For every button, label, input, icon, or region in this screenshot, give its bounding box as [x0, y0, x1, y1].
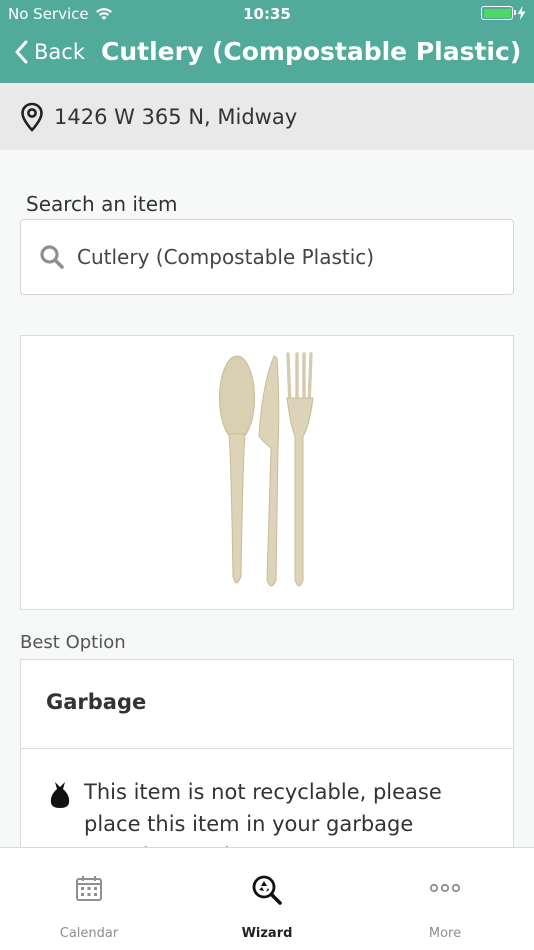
- tab-bar: Calendar Wizard More: [0, 847, 534, 950]
- option-title: Garbage: [46, 690, 147, 714]
- page-title: Cutlery (Compostable Plastic): [101, 37, 522, 66]
- navigation-bar: Back Cutlery (Compostable Plastic): [0, 28, 534, 80]
- search-value: Cutlery (Compostable Plastic): [77, 245, 375, 269]
- tab-more-label: More: [428, 926, 462, 941]
- chevron-left-icon: [15, 40, 28, 64]
- clock: 10:35: [243, 5, 291, 23]
- location-pin-icon: [21, 102, 43, 132]
- tab-more[interactable]: More: [356, 848, 534, 950]
- item-image-card: [20, 335, 514, 610]
- search-icon: [40, 245, 64, 269]
- tab-wizard[interactable]: Wizard: [178, 848, 356, 950]
- charging-bolt-icon: [517, 6, 526, 20]
- address-bar[interactable]: 1426 W 365 N, Midway: [0, 83, 534, 150]
- best-option-card: Garbage This item is not recyclable, ple…: [20, 659, 514, 847]
- back-button[interactable]: Back: [14, 40, 85, 64]
- garbage-bag-icon: [50, 782, 70, 808]
- search-label: Search an item: [26, 192, 178, 216]
- status-bar: No Service 10:35: [0, 0, 534, 28]
- tab-calendar[interactable]: Calendar: [0, 848, 178, 950]
- cutlery-image: [219, 352, 314, 587]
- battery-icon: [481, 6, 516, 20]
- more-icon: [429, 883, 461, 893]
- app-header: No Service 10:35 Back Cutlery (Compostab…: [0, 0, 534, 83]
- option-description: This item is not recyclable, please plac…: [84, 780, 442, 847]
- best-option-label: Best Option: [20, 632, 126, 653]
- address-text: 1426 W 365 N, Midway: [54, 104, 298, 129]
- tab-calendar-label: Calendar: [59, 926, 119, 941]
- back-label: Back: [34, 40, 85, 64]
- divider: [21, 748, 513, 749]
- main-content: Search an item Cutlery (Compostable Plas…: [0, 150, 534, 847]
- calendar-icon: [76, 876, 102, 901]
- wizard-search-icon: [252, 875, 282, 905]
- search-input[interactable]: Cutlery (Compostable Plastic): [20, 219, 514, 295]
- tab-wizard-label: Wizard: [241, 926, 293, 941]
